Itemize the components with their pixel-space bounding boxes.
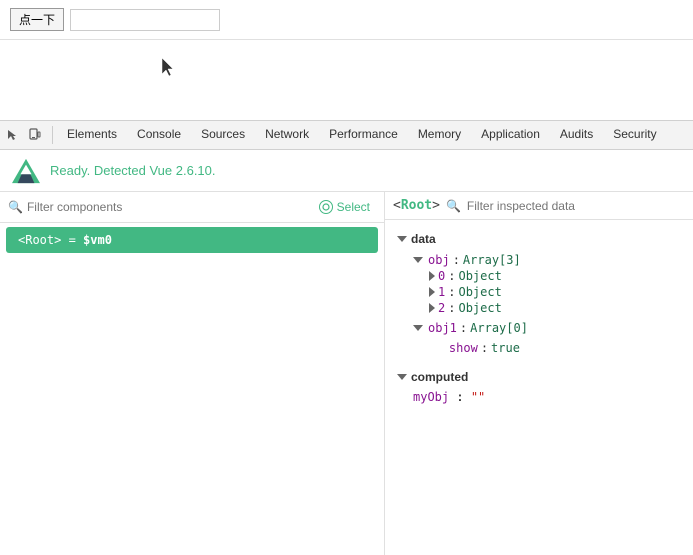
tab-performance[interactable]: Performance bbox=[319, 120, 408, 150]
tab-security[interactable]: Security bbox=[603, 120, 666, 150]
cursor-tool-icon[interactable] bbox=[4, 126, 22, 144]
computed-section: computed myObj : "" bbox=[397, 366, 681, 406]
component-equals: = bbox=[69, 233, 83, 247]
obj-children: 0 : Object 1 : Object 2 : Object bbox=[413, 268, 681, 316]
cursor-area bbox=[0, 40, 693, 120]
computed-section-label: computed bbox=[411, 370, 468, 384]
computed-section-header[interactable]: computed bbox=[397, 366, 681, 388]
tab-console[interactable]: Console bbox=[127, 120, 191, 150]
devtools-tabs-bar: Elements Console Sources Network Perform… bbox=[0, 120, 693, 150]
component-filter-bar: 🔍 Select bbox=[0, 192, 384, 223]
obj0-expand-icon[interactable] bbox=[429, 271, 435, 281]
right-panel: <Root> 🔍 data obj : Array[3] bbox=[385, 192, 693, 555]
select-button[interactable]: Select bbox=[313, 198, 376, 216]
right-filter-search-icon: 🔍 bbox=[446, 199, 461, 213]
device-tool-icon[interactable] bbox=[26, 126, 44, 144]
tab-sources[interactable]: Sources bbox=[191, 120, 255, 150]
component-tag: <Root> bbox=[18, 233, 61, 247]
vue-ready-text: Ready. Detected Vue 2.6.10. bbox=[50, 163, 216, 178]
select-label: Select bbox=[337, 200, 370, 214]
tab-application[interactable]: Application bbox=[471, 120, 550, 150]
obj-expand-icon[interactable] bbox=[413, 257, 423, 263]
right-filter-input[interactable] bbox=[467, 199, 685, 213]
tree-node-obj1: obj1 : Array[0] bbox=[397, 318, 681, 338]
data-section-header[interactable]: data bbox=[397, 228, 681, 250]
component-root-item[interactable]: <Root> = $vm0 bbox=[6, 227, 378, 253]
top-bar: 点一下 bbox=[0, 0, 693, 40]
top-input[interactable] bbox=[70, 9, 220, 31]
vue-banner: Ready. Detected Vue 2.6.10. bbox=[0, 150, 693, 192]
component-var: $vm0 bbox=[83, 233, 112, 247]
obj2-expand-icon[interactable] bbox=[429, 303, 435, 313]
data-section-label: data bbox=[411, 232, 436, 246]
obj1-expand-icon[interactable] bbox=[429, 287, 435, 297]
tab-separator bbox=[52, 126, 53, 144]
computed-node-myobj: myObj : "" bbox=[397, 388, 681, 406]
root-tag-label: <Root> bbox=[393, 198, 440, 213]
computed-section-triangle bbox=[397, 374, 407, 380]
data-section-triangle bbox=[397, 236, 407, 242]
tab-network[interactable]: Network bbox=[255, 120, 319, 150]
click-button[interactable]: 点一下 bbox=[10, 8, 64, 31]
tab-elements[interactable]: Elements bbox=[57, 120, 127, 150]
cursor-icon bbox=[162, 58, 176, 78]
data-tree: data obj : Array[3] 0 : Object bbox=[385, 220, 693, 414]
component-filter-input[interactable] bbox=[27, 200, 309, 214]
tab-memory[interactable]: Memory bbox=[408, 120, 471, 150]
vue-logo-icon bbox=[12, 157, 40, 185]
devtools-content: 🔍 Select <Root> = $vm0 <Root> 🔍 bbox=[0, 192, 693, 555]
right-filter-bar: <Root> 🔍 bbox=[385, 192, 693, 220]
obj1-section-expand-icon[interactable] bbox=[413, 325, 423, 331]
select-circle-icon bbox=[319, 200, 333, 214]
left-panel: 🔍 Select <Root> = $vm0 bbox=[0, 192, 385, 555]
tab-audits[interactable]: Audits bbox=[550, 120, 603, 150]
tree-node-obj: obj : Array[3] 0 : Object 1 : bbox=[397, 250, 681, 318]
show-indent bbox=[413, 341, 442, 355]
tree-node-show: show : true bbox=[397, 338, 681, 358]
filter-search-icon: 🔍 bbox=[8, 200, 23, 214]
